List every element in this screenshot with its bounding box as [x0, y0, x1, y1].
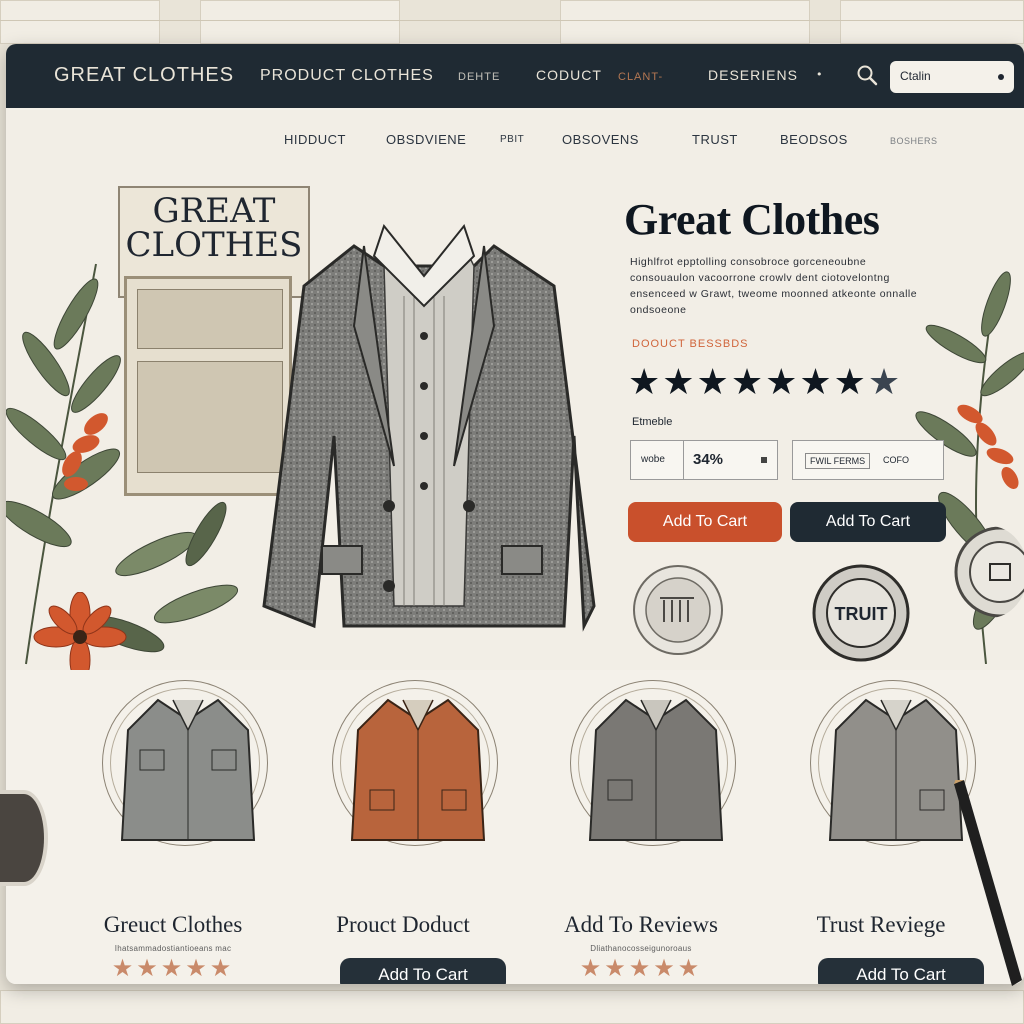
- product-jacket-image: [588, 698, 724, 841]
- product-name[interactable]: Greuct Clothes: [58, 912, 288, 938]
- add-to-cart-button[interactable]: Add To Cart: [340, 958, 506, 984]
- quantity-value: 34%: [693, 451, 724, 468]
- seal-badge-icon: [633, 565, 723, 655]
- description-line-3: ensenceed w Grawt, tweome moonned atkeon…: [630, 288, 918, 300]
- description-line-2: consouaulon vacoorrone crowlv dent cioto…: [630, 272, 890, 284]
- product-jacket-image: [350, 698, 486, 841]
- description-line-1: Highlfrot epptolling consobroce gorceneo…: [630, 256, 867, 268]
- paper-strip: [0, 0, 160, 44]
- paper-strip: [200, 0, 400, 44]
- option-a[interactable]: FWIL FERMS: [805, 453, 871, 469]
- paper-strip: [560, 0, 810, 44]
- rating-stars-filled: ★★★★★★★: [628, 362, 868, 403]
- subnav-item-boshers[interactable]: BOSHERS: [890, 136, 938, 146]
- option-b[interactable]: COFO: [883, 455, 909, 465]
- nav-select[interactable]: Ctalin: [890, 61, 1014, 93]
- hero-jacket-image: [262, 223, 596, 632]
- subnav-item-beodsos[interactable]: BEODSOS: [780, 132, 848, 147]
- browser-frame: GREAT CLOTHES PRODUCT CLOTHES DEHTE CODU…: [6, 44, 1024, 984]
- size-option-select[interactable]: FWIL FERMS COFO: [792, 440, 944, 480]
- product-card[interactable]: Add To Reviews Dliathanocosseigunoroaus …: [526, 680, 756, 982]
- trust-badge-label: TRUIT: [835, 604, 888, 624]
- product-subtitle: Dliathanocosseigunoroaus: [590, 944, 692, 953]
- subnav-item-hidduct[interactable]: HIDDUCT: [284, 132, 346, 147]
- rating-star-extra: ★: [867, 362, 903, 403]
- paper-strip: [840, 0, 1024, 44]
- paper-strip: [0, 990, 1024, 1024]
- product-card[interactable]: Greuct Clothes Ihatsammadostiantioeans m…: [58, 680, 288, 982]
- pencil-icon: [954, 780, 1022, 986]
- subnav-item-obsdviene[interactable]: OBSDVIENE: [386, 132, 466, 147]
- product-name[interactable]: Prouct Doduct: [288, 912, 518, 938]
- quantity-divider: [683, 441, 684, 479]
- product-rating-stars: ★★★★★: [111, 954, 235, 982]
- subnav-item-trust[interactable]: TRUST: [692, 132, 738, 147]
- seal-badge-icon: [954, 526, 1024, 618]
- subnav-item-obsovens[interactable]: OBSOVENS: [562, 132, 639, 147]
- paper-line: [0, 20, 1024, 21]
- nav-select-value: Ctalin: [900, 69, 931, 83]
- add-to-cart-button-secondary[interactable]: Add To Cart: [790, 502, 946, 542]
- product-card[interactable]: Prouct Doduct Add To Cart: [288, 680, 518, 984]
- quantity-unit: wobe: [641, 454, 665, 465]
- dropdown-dot-icon: [998, 74, 1004, 80]
- nav-item-dehte[interactable]: DEHTE: [458, 71, 500, 83]
- product-rating-stars: ★★★★★: [579, 954, 703, 982]
- description-line-4: ondsoeone: [630, 304, 687, 316]
- stepper-icon: [761, 457, 767, 463]
- product-name[interactable]: Add To Reviews: [526, 912, 756, 938]
- nav-item-deseriens[interactable]: DESERIENS: [708, 67, 798, 83]
- nav-item-coduct[interactable]: CODUCT: [536, 67, 602, 83]
- quantity-stepper[interactable]: wobe 34%: [630, 440, 778, 480]
- coffee-cup: [0, 790, 48, 886]
- brand-logo[interactable]: GREAT CLOTHES: [54, 64, 234, 87]
- trust-badge-icon: TRUIT: [812, 564, 910, 662]
- subnav-item-pbit[interactable]: PBIT: [500, 134, 524, 145]
- product-title: Great Clothes: [624, 195, 880, 244]
- flower-icon: [33, 592, 127, 682]
- rating-stars: ★★★★★★★★: [628, 362, 902, 403]
- quantity-label: Etmeble: [632, 416, 673, 428]
- top-navbar: GREAT CLOTHES PRODUCT CLOTHES DEHTE CODU…: [6, 44, 1024, 108]
- product-subtitle: Ihatsammadostiantioeans mac: [114, 944, 232, 953]
- product-jacket-image: [828, 698, 964, 841]
- product-jacket-image: [120, 698, 256, 841]
- product-details-label: DOOUCT BESSBDS: [632, 338, 749, 350]
- nav-item-clant[interactable]: CLANT-: [618, 71, 663, 83]
- nav-caret: •: [816, 68, 823, 81]
- search-icon[interactable]: [856, 64, 878, 86]
- add-to-cart-button-primary[interactable]: Add To Cart: [628, 502, 782, 542]
- nav-item-product-clothes[interactable]: PRODUCT CLOTHES: [260, 67, 434, 85]
